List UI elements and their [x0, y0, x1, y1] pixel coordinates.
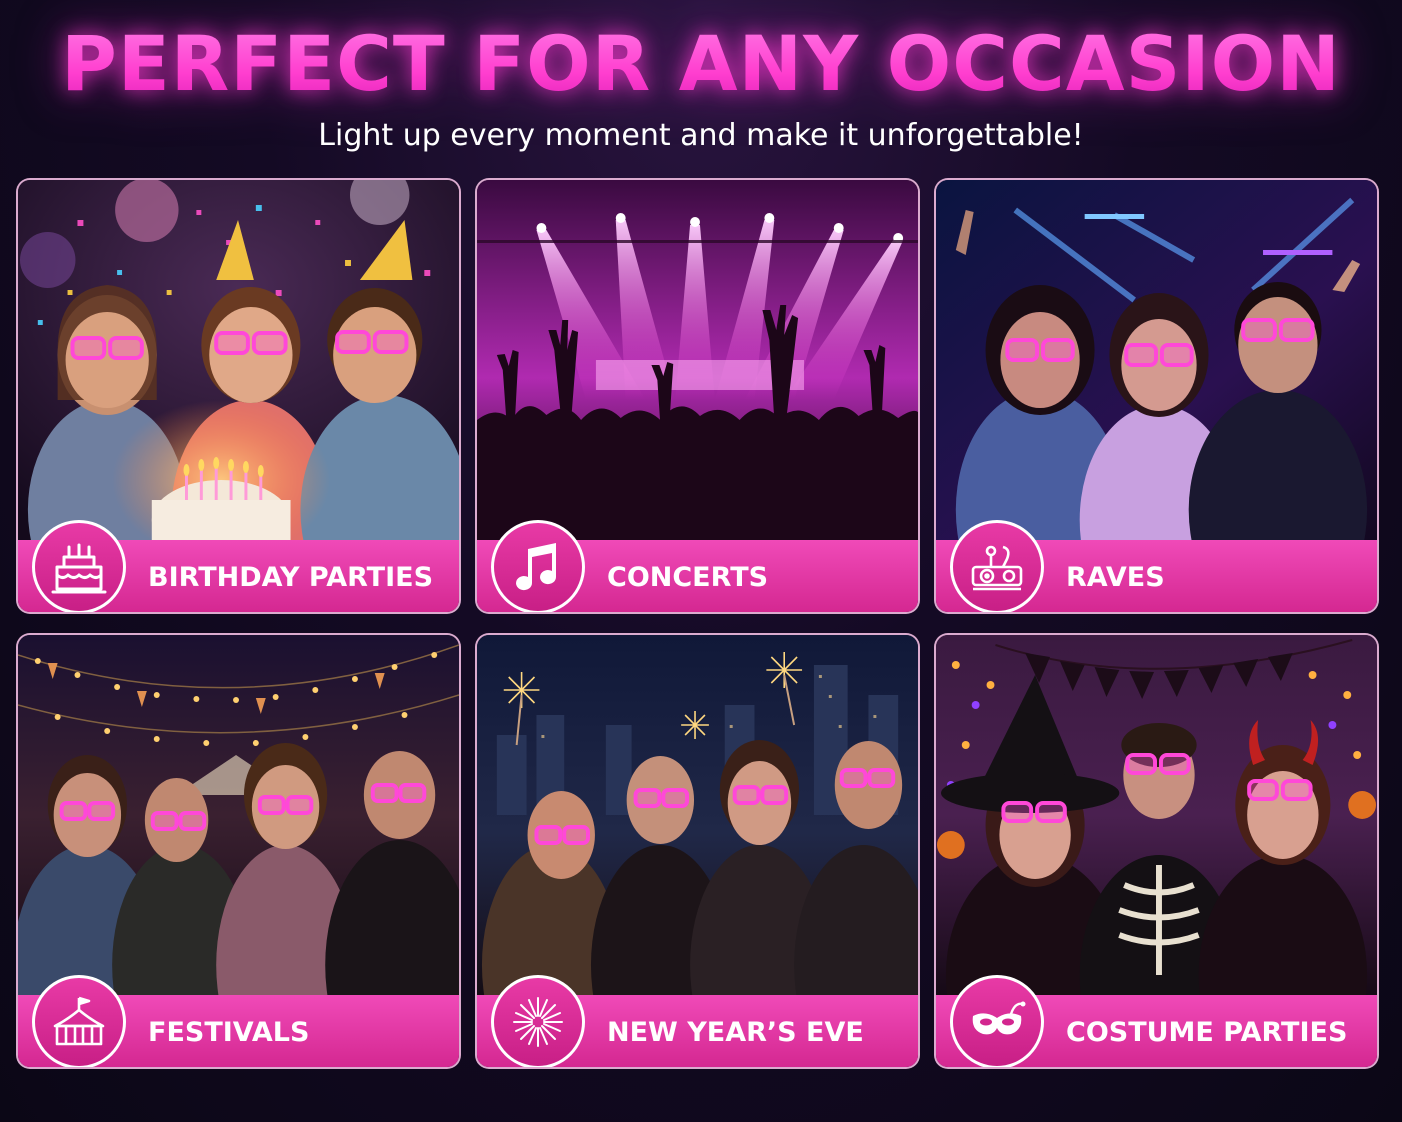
occasion-card-concerts: CONCERTS	[475, 178, 920, 614]
page-subtitle: Light up every moment and make it unforg…	[318, 118, 1084, 153]
occasion-card-raves: RAVES	[934, 178, 1379, 614]
masquerade-mask-icon	[972, 1001, 1026, 1035]
occasion-label: BIRTHDAY PARTIES	[148, 562, 434, 593]
music-note-icon	[516, 543, 557, 591]
new-years-eve-photo	[477, 635, 918, 995]
occasion-label: RAVES	[1066, 562, 1165, 593]
occasion-label: NEW YEAR’S EVE	[607, 1017, 864, 1048]
occasion-card-costume-parties: COSTUME PARTIES	[934, 633, 1379, 1069]
concert-photo	[477, 180, 918, 540]
icon-badge	[32, 520, 126, 612]
icon-badge	[32, 975, 126, 1067]
birthday-cake-icon	[51, 543, 107, 594]
icon-badge	[491, 520, 585, 612]
birthday-party-photo	[18, 180, 459, 540]
circus-tent-icon	[53, 996, 105, 1046]
icon-badge	[491, 975, 585, 1067]
icon-badge	[950, 975, 1044, 1067]
festival-photo	[18, 635, 459, 995]
occasion-card-festivals: FESTIVALS	[16, 633, 461, 1069]
occasion-card-birthday: BIRTHDAY PARTIES	[16, 178, 461, 614]
costume-party-photo	[936, 635, 1377, 995]
page-title: PERFECT FOR ANY OCCASION	[0, 18, 1402, 110]
occasion-card-new-years-eve: NEW YEAR’S EVE	[475, 633, 920, 1069]
dj-turntable-icon	[971, 545, 1023, 591]
occasion-label: COSTUME PARTIES	[1066, 1017, 1348, 1048]
rave-photo	[936, 180, 1377, 540]
fireworks-icon	[513, 997, 563, 1047]
occasion-label: CONCERTS	[607, 562, 769, 593]
icon-badge	[950, 520, 1044, 612]
occasion-label: FESTIVALS	[148, 1017, 310, 1048]
